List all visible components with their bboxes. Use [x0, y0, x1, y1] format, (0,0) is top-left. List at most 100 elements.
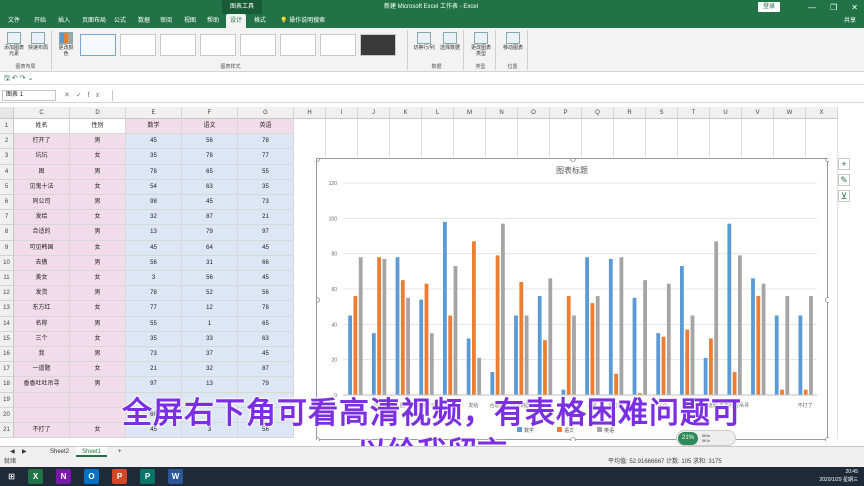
tab-file[interactable]: 文件 — [4, 14, 24, 28]
tab-design[interactable]: 设计 — [226, 14, 247, 28]
chart-style-8[interactable] — [360, 34, 396, 56]
column-header[interactable]: O — [518, 107, 550, 119]
table-cell[interactable]: 21 — [126, 362, 182, 378]
add-sheet-icon[interactable]: + — [112, 447, 128, 457]
table-header-cell[interactable]: 语文 — [182, 119, 238, 135]
row-header[interactable]: 15 — [0, 331, 14, 347]
table-cell[interactable]: 美女 — [14, 271, 70, 287]
column-header[interactable]: X — [806, 107, 838, 119]
tell-me-search[interactable]: 💡 操作说明搜索 — [276, 14, 329, 28]
table-header-cell[interactable]: 数学 — [126, 119, 182, 135]
table-cell[interactable]: 77 — [238, 149, 294, 165]
row-header[interactable]: 6 — [0, 195, 14, 211]
change-type-button[interactable]: 更改图表类型 — [469, 32, 493, 57]
table-cell[interactable]: 63 — [238, 331, 294, 347]
table-cell[interactable]: 87 — [182, 210, 238, 226]
chart-style-3[interactable] — [160, 34, 196, 56]
table-cell[interactable]: 打开了 — [14, 134, 70, 150]
row-header[interactable]: 12 — [0, 286, 14, 302]
table-cell[interactable]: 78 — [238, 301, 294, 317]
table-cell[interactable]: 女 — [70, 362, 126, 378]
tab-review[interactable]: 审阅 — [156, 14, 176, 28]
column-header[interactable]: H — [294, 107, 326, 119]
table-cell[interactable]: 坑坑 — [14, 149, 70, 165]
table-cell[interactable]: 63 — [182, 179, 238, 195]
chart-style-5[interactable] — [240, 34, 276, 56]
table-cell[interactable]: 31 — [182, 255, 238, 271]
row-header[interactable]: 16 — [0, 347, 14, 363]
network-speed-widget[interactable]: 21% 0K/s 0K/s — [676, 430, 736, 446]
chart-style-6[interactable] — [280, 34, 316, 56]
column-header[interactable]: E — [126, 107, 182, 119]
table-cell[interactable]: 男 — [70, 286, 126, 302]
table-cell[interactable]: 女 — [70, 149, 126, 165]
table-cell[interactable]: 45 — [238, 271, 294, 287]
table-cell[interactable]: 名称 — [14, 316, 70, 332]
table-cell[interactable]: 同公司 — [14, 195, 70, 211]
tab-format[interactable]: 格式 — [250, 14, 270, 28]
powerpoint-icon[interactable]: P — [112, 469, 127, 484]
table-cell[interactable]: 52 — [182, 286, 238, 302]
tab-view[interactable]: 视图 — [180, 14, 200, 28]
minimize-icon[interactable]: — — [808, 3, 816, 12]
table-cell[interactable]: 35 — [126, 149, 182, 165]
table-cell[interactable]: 97 — [238, 225, 294, 241]
table-cell[interactable]: 女 — [70, 210, 126, 226]
table-cell[interactable]: 78 — [126, 286, 182, 302]
table-cell[interactable]: 男 — [70, 195, 126, 211]
table-cell[interactable]: 35 — [126, 331, 182, 347]
table-cell[interactable]: 女 — [70, 301, 126, 317]
table-cell[interactable]: 女 — [70, 240, 126, 256]
row-header[interactable]: 14 — [0, 316, 14, 332]
table-cell[interactable]: 32 — [126, 210, 182, 226]
outlook-icon[interactable]: O — [84, 469, 99, 484]
column-header[interactable]: C — [14, 107, 70, 119]
excel-icon[interactable]: X — [28, 469, 43, 484]
table-cell[interactable]: 87 — [238, 362, 294, 378]
row-header[interactable]: 9 — [0, 240, 14, 256]
close-icon[interactable]: ✕ — [851, 3, 858, 12]
table-cell[interactable]: 可见韩国 — [14, 240, 70, 256]
table-cell[interactable]: 男 — [70, 225, 126, 241]
column-header[interactable]: R — [614, 107, 646, 119]
row-header[interactable]: 7 — [0, 210, 14, 226]
column-header[interactable]: Q — [582, 107, 614, 119]
table-cell[interactable]: 去傲 — [14, 255, 70, 271]
move-chart-button[interactable]: 移动图表 — [501, 32, 525, 51]
table-cell[interactable]: 45 — [126, 240, 182, 256]
table-cell[interactable]: 65 — [182, 164, 238, 180]
tab-insert[interactable]: 插入 — [54, 14, 74, 28]
undo-icon[interactable]: ↶ — [12, 75, 18, 82]
tab-page-layout[interactable]: 页面布局 — [78, 14, 110, 28]
table-cell[interactable]: 55 — [238, 164, 294, 180]
table-cell[interactable]: 12 — [182, 301, 238, 317]
table-cell[interactable]: 33 — [182, 331, 238, 347]
column-header[interactable]: M — [454, 107, 486, 119]
start-icon[interactable]: ⊞ — [4, 469, 19, 484]
column-header[interactable]: K — [390, 107, 422, 119]
table-cell[interactable]: 56 — [182, 134, 238, 150]
row-header[interactable]: 4 — [0, 164, 14, 180]
table-cell[interactable]: 女 — [70, 331, 126, 347]
chart-filter-icon[interactable]: ⊻ — [838, 190, 850, 202]
table-cell[interactable]: 56 — [238, 286, 294, 302]
column-header[interactable]: D — [70, 107, 126, 119]
switch-row-col-button[interactable]: 切换行/列 — [412, 32, 436, 51]
formula-input[interactable] — [112, 90, 862, 101]
table-cell[interactable]: 45 — [238, 347, 294, 363]
table-header-cell[interactable]: 姓名 — [14, 119, 70, 135]
chart-style-7[interactable] — [320, 34, 356, 56]
row-header[interactable]: 2 — [0, 134, 14, 150]
table-cell[interactable]: 21 — [238, 210, 294, 226]
row-header[interactable]: 10 — [0, 255, 14, 271]
table-cell[interactable]: 37 — [182, 347, 238, 363]
column-header[interactable]: W — [774, 107, 806, 119]
table-cell[interactable]: 65 — [238, 316, 294, 332]
tab-data[interactable]: 数据 — [134, 14, 154, 28]
redo-icon[interactable]: ↷ — [20, 75, 26, 82]
sheet-scroll-right-icon[interactable]: ▶ — [16, 447, 33, 457]
table-cell[interactable]: 见鬼十法 — [14, 179, 70, 195]
table-cell[interactable]: 66 — [238, 255, 294, 271]
row-header[interactable]: 13 — [0, 301, 14, 317]
table-cell[interactable]: 98 — [126, 195, 182, 211]
